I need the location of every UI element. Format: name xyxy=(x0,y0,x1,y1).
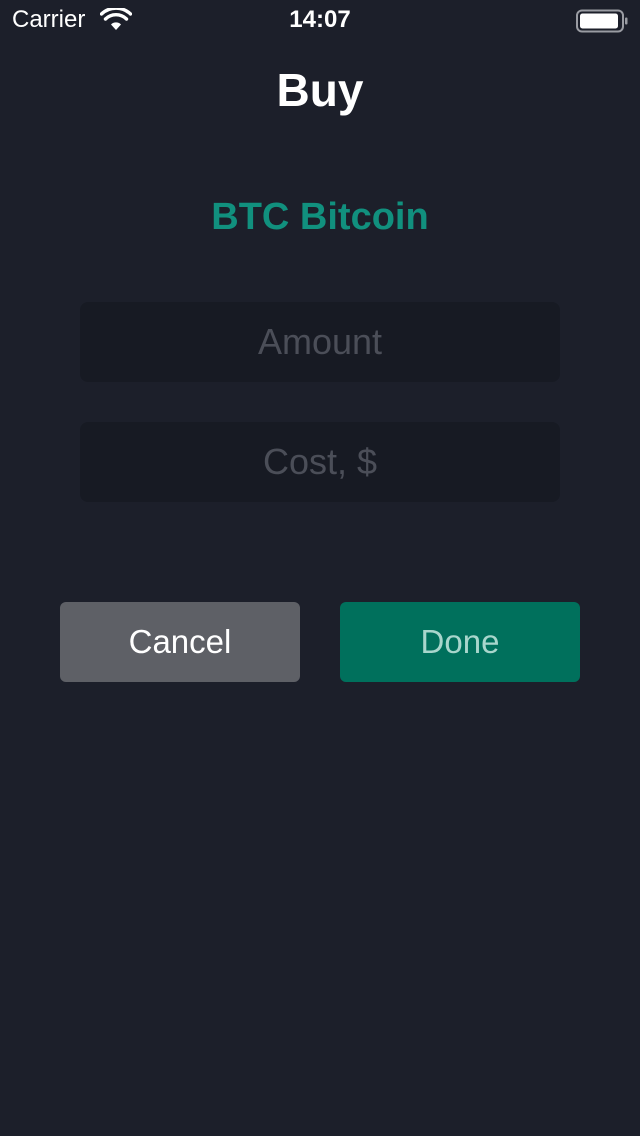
cancel-button[interactable]: Cancel xyxy=(60,602,300,682)
amount-field[interactable] xyxy=(80,302,560,382)
done-button[interactable]: Done xyxy=(340,602,580,682)
cost-input[interactable] xyxy=(80,422,560,502)
battery-icon xyxy=(576,9,628,33)
cost-field[interactable] xyxy=(80,422,560,502)
amount-input[interactable] xyxy=(80,302,560,382)
clock-label: 14:07 xyxy=(289,6,351,33)
asset-title: BTC Bitcoin xyxy=(211,196,429,238)
status-bar: Carrier 14:07 xyxy=(0,0,640,40)
page-title: Buy xyxy=(276,64,364,116)
